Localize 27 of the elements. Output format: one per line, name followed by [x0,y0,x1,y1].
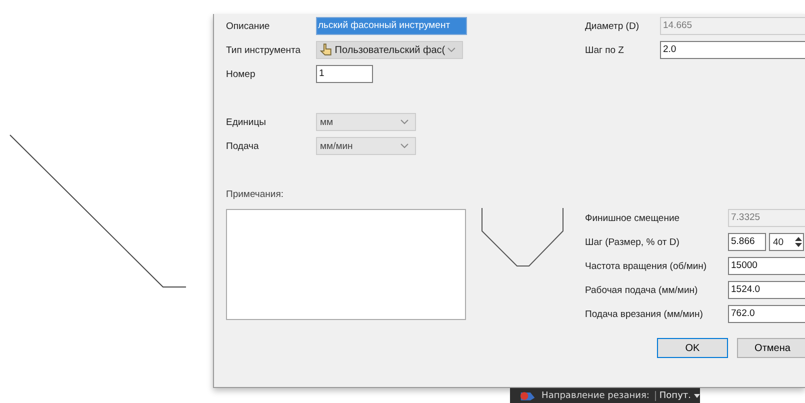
text-field[interactable]: льский фасонный инструмент [316,17,467,35]
field-label: Финишное смещение [585,212,681,224]
number-field[interactable]: 5.866 [728,233,766,251]
field-label: Тип инструмента [226,44,302,56]
field-label: Подача врезания (мм/мин) [585,308,704,320]
number-field[interactable]: 762.0 [728,305,805,323]
field-label: Рабочая подача (мм/мин) [585,284,699,296]
direction-dropdown[interactable]: Попут. [655,390,700,400]
dropdown[interactable]: мм [316,113,416,131]
percent-spinner[interactable]: 40 [769,233,804,251]
dialog-button[interactable]: OK [657,338,728,358]
text-field[interactable]: 1 [316,65,373,83]
field-label: Частота вращения (об/мин) [585,260,708,272]
field-label: Описание [226,20,271,32]
number-field[interactable]: 2.0 [660,41,805,59]
field-label: Шаг по Z [585,44,625,56]
field-label: Диаметр (D) [585,20,640,32]
number-field[interactable]: 15000 [728,257,805,275]
dropdown[interactable]: мм/мин [316,137,416,155]
field-label: Шаг (Размер, % от D) [585,236,680,248]
status-label: Направление резания: [542,390,650,400]
field-label: Подача [226,140,260,152]
dialog-button[interactable]: Отмена [737,338,805,358]
notes-label: Примечания: [226,189,284,202]
number-field[interactable]: 1524.0 [728,281,805,299]
field-label: Единицы [226,116,268,128]
field-label: Номер [226,68,256,80]
